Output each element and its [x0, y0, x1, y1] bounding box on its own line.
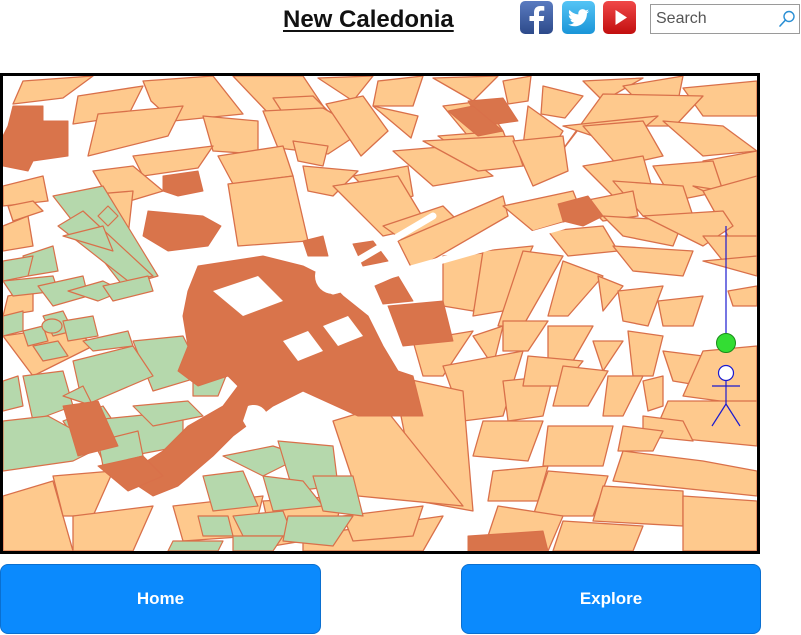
youtube-icon[interactable] [603, 1, 636, 34]
twitter-icon[interactable] [562, 1, 595, 34]
explore-button[interactable]: Explore [461, 564, 761, 634]
search-input[interactable] [651, 5, 779, 33]
search-box [650, 4, 800, 34]
facebook-icon[interactable] [520, 1, 553, 34]
home-button[interactable]: Home [0, 564, 321, 634]
page-title: New Caledonia [283, 6, 454, 33]
location-pin-icon[interactable] [716, 333, 736, 353]
map-view[interactable] [0, 73, 760, 554]
search-icon[interactable] [778, 10, 796, 28]
